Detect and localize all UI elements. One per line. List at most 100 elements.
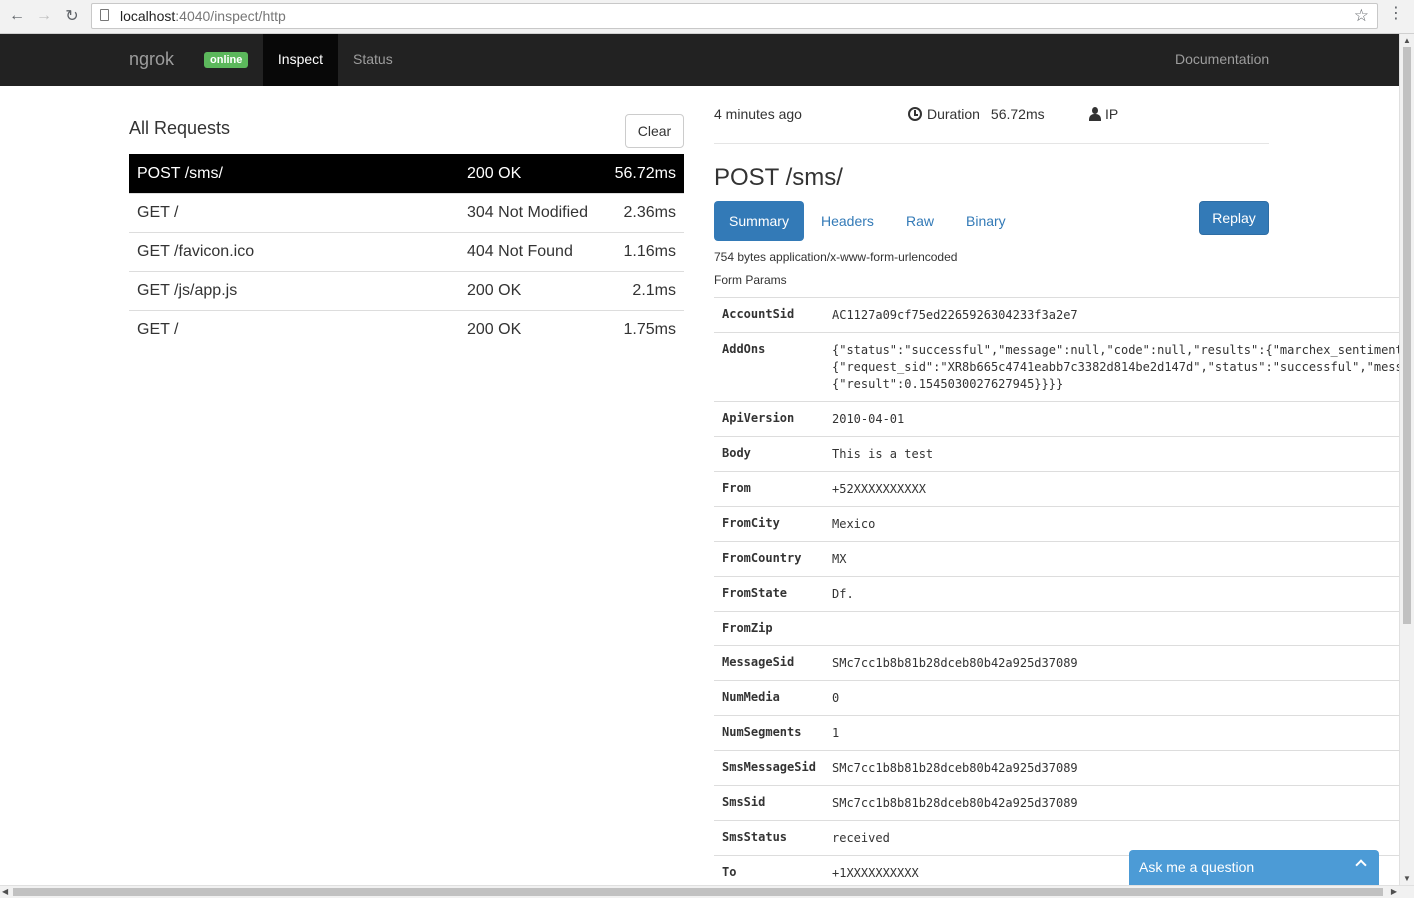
brand-logo[interactable]: ngrok (129, 49, 174, 70)
form-params-table: AccountSid AC1127a09cf75ed2265926304233f3… (714, 297, 1414, 890)
all-requests-title: All Requests (129, 118, 231, 138)
duration-label: Duration (927, 106, 980, 122)
request-status: 200 OK (467, 321, 522, 338)
nav-inspect[interactable]: Inspect (263, 34, 338, 86)
param-key: FromState (722, 586, 788, 600)
table-row: FromCountry MX (714, 541, 1414, 576)
address-bar[interactable]: localhost:4040/inspect/http ☆ (91, 3, 1378, 29)
table-row: FromCity Mexico (714, 506, 1414, 541)
param-key: SmsMessageSid (722, 760, 816, 774)
browser-toolbar: ← → ↻ localhost:4040/inspect/http ☆ ⋮ (0, 0, 1414, 34)
param-value: Mexico (832, 517, 876, 531)
request-row[interactable]: GET /favicon.ico 404 Not Found 1.16ms (129, 232, 684, 271)
request-duration: 2.1ms (632, 282, 676, 299)
request-time-ago: 4 minutes ago (714, 106, 802, 122)
param-value: AC1127a09cf75ed2265926304233f3a2e7 (832, 308, 1078, 322)
request-path: GET / (137, 321, 179, 338)
request-path: POST /sms/ (137, 165, 223, 182)
param-key: Body (722, 446, 751, 460)
tab-summary[interactable]: Summary (714, 201, 804, 241)
duration-value: 56.72ms (990, 106, 1045, 122)
ip-label: IP (1105, 106, 1119, 122)
param-value: SMc7cc1b8b81b28dceb80b42a925d37089 (832, 656, 1078, 670)
request-status: 404 Not Found (467, 243, 573, 260)
status-badge: online (204, 52, 249, 68)
scroll-right-icon[interactable]: ▶ (1391, 887, 1397, 896)
scroll-up-icon[interactable]: ▲ (1403, 36, 1411, 45)
scroll-thumb[interactable] (1403, 47, 1411, 624)
param-key: AddOns (722, 342, 766, 356)
chat-widget[interactable]: Ask me a question (1129, 850, 1379, 885)
param-value: {"status":"successful","message":null,"c… (832, 343, 1403, 391)
param-value: SMc7cc1b8b81b28dceb80b42a925d37089 (832, 761, 1078, 775)
table-row: FromZip (714, 611, 1414, 645)
param-key: NumSegments (722, 725, 802, 739)
tab-headers[interactable]: Headers (821, 201, 874, 241)
scroll-left-icon[interactable]: ◀ (2, 887, 8, 896)
param-value (832, 612, 1414, 629)
request-duration: 1.16ms (623, 243, 676, 260)
chevron-up-icon[interactable] (1355, 859, 1367, 871)
table-row: AccountSid AC1127a09cf75ed2265926304233f3… (714, 297, 1414, 332)
replay-button[interactable]: Replay (1199, 201, 1269, 235)
request-duration: 2.36ms (623, 204, 676, 221)
horizontal-scrollbar[interactable]: ◀ ▶ (0, 885, 1414, 898)
top-navbar: ngrok online Inspect Status Documentatio… (0, 34, 1399, 86)
request-path: GET /favicon.ico (137, 243, 255, 260)
nav-documentation[interactable]: Documentation (1175, 34, 1269, 86)
request-row[interactable]: GET / 200 OK 1.75ms (129, 310, 684, 349)
param-value: 0 (832, 691, 840, 705)
table-row: NumMedia 0 (714, 680, 1414, 715)
form-params-label: Form Params (714, 273, 787, 287)
clear-button[interactable]: Clear (625, 114, 684, 148)
table-row: SmsSid SMc7cc1b8b81b28dceb80b42a925d37089 (714, 785, 1414, 820)
request-duration-meta: Duration 56.72ms (908, 106, 1045, 122)
scroll-down-icon[interactable]: ▼ (1403, 874, 1411, 883)
user-icon (1089, 107, 1101, 121)
body-info: 754 bytes application/x-www-form-urlenco… (714, 250, 958, 264)
forward-arrow-icon[interactable]: → (33, 5, 55, 27)
param-key: SmsSid (722, 795, 766, 809)
tab-raw[interactable]: Raw (906, 201, 934, 241)
vertical-scrollbar[interactable]: ▲ ▼ (1399, 34, 1414, 885)
param-key: FromCity (722, 516, 780, 530)
request-duration: 56.72ms (614, 165, 676, 182)
clock-icon (908, 107, 922, 121)
star-icon[interactable]: ☆ (1354, 6, 1369, 26)
request-status: 304 Not Modified (467, 204, 588, 221)
param-value: 1 (832, 726, 840, 740)
param-key: To (722, 865, 737, 879)
param-key: MessageSid (722, 655, 795, 669)
table-row: SmsMessageSid SMc7cc1b8b81b28dceb80b42a92… (714, 750, 1414, 785)
page-icon (100, 9, 109, 21)
request-title: POST /sms/ (714, 164, 843, 191)
table-row: FromState Df. (714, 576, 1414, 611)
tab-binary[interactable]: Binary (966, 201, 1006, 241)
param-value: SMc7cc1b8b81b28dceb80b42a925d37089 (832, 796, 1078, 810)
param-value: MX (832, 552, 847, 566)
table-row: MessageSid SMc7cc1b8b81b28dceb80b42a925d3… (714, 645, 1414, 680)
param-key: From (722, 481, 751, 495)
table-row: AddOns {"status":"successful","message":n… (714, 332, 1414, 401)
param-value: This is a test (832, 447, 934, 461)
reload-icon[interactable]: ↻ (61, 5, 83, 27)
table-row: Body This is a test (714, 436, 1414, 471)
request-row[interactable]: GET / 304 Not Modified 2.36ms (129, 193, 684, 232)
nav-status[interactable]: Status (353, 34, 393, 86)
scroll-thumb[interactable] (13, 888, 1383, 896)
param-key: SmsStatus (722, 830, 788, 844)
divider (714, 143, 1269, 144)
request-status: 200 OK (467, 165, 522, 182)
back-arrow-icon[interactable]: ← (6, 5, 28, 27)
param-value: Df. (832, 587, 854, 601)
request-list: POST /sms/ 200 OK 56.72ms GET / 304 Not … (129, 154, 684, 349)
param-key: NumMedia (722, 690, 780, 704)
chat-label: Ask me a question (1139, 859, 1255, 875)
request-path: GET /js/app.js (137, 282, 238, 299)
menu-dots-icon[interactable]: ⋮ (1388, 6, 1404, 22)
url-text[interactable]: localhost:4040/inspect/http (120, 8, 286, 24)
request-row[interactable]: GET /js/app.js 200 OK 2.1ms (129, 271, 684, 310)
param-key: ApiVersion (722, 411, 795, 425)
request-path: GET / (137, 204, 179, 221)
request-row[interactable]: POST /sms/ 200 OK 56.72ms (129, 154, 684, 193)
